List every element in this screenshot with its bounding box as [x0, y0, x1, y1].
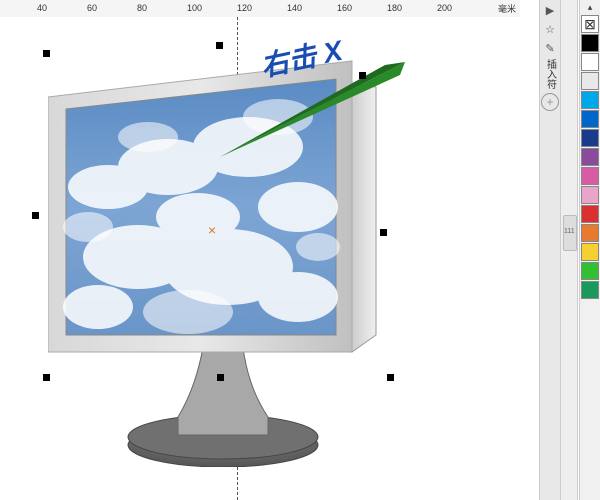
selection-handle[interactable]: [216, 42, 223, 49]
color-swatch[interactable]: [581, 91, 599, 109]
swatch-list: [580, 34, 600, 299]
color-swatch[interactable]: [581, 205, 599, 223]
ruler-tick: 120: [237, 3, 252, 13]
color-swatch[interactable]: [581, 34, 599, 52]
color-palette: ▴ ⊠: [579, 0, 600, 500]
wand-icon[interactable]: ✎: [541, 39, 559, 57]
selection-handle[interactable]: [217, 374, 224, 381]
selection-handle[interactable]: [359, 72, 366, 79]
ruler-tick: 100: [187, 3, 202, 13]
ruler-tick: 160: [337, 3, 352, 13]
canvas[interactable]: × 右击 X: [0, 17, 520, 500]
vertical-scrollbar[interactable]: 111: [560, 0, 578, 500]
star-icon[interactable]: ☆: [541, 20, 559, 38]
selection-handle[interactable]: [387, 374, 394, 381]
arrow-right-icon[interactable]: ▶: [541, 1, 559, 19]
color-swatch[interactable]: [581, 186, 599, 204]
color-swatch[interactable]: [581, 224, 599, 242]
color-swatch[interactable]: [581, 167, 599, 185]
selection-handle[interactable]: [380, 229, 387, 236]
selection-center-marker: ×: [208, 225, 218, 235]
color-swatch[interactable]: [581, 129, 599, 147]
ruler-tick: 140: [287, 3, 302, 13]
monitor-svg: [48, 47, 388, 467]
scroll-marker: 111: [564, 228, 575, 235]
ruler-tick: 60: [87, 3, 97, 13]
color-swatch[interactable]: [581, 53, 599, 71]
selection-handle[interactable]: [43, 50, 50, 57]
color-swatch[interactable]: [581, 281, 599, 299]
ruler-tick: 80: [137, 3, 147, 13]
palette-up-icon[interactable]: ▴: [580, 0, 600, 14]
color-swatch[interactable]: [581, 110, 599, 128]
color-swatch[interactable]: [581, 148, 599, 166]
color-swatch[interactable]: [581, 262, 599, 280]
color-swatch[interactable]: [581, 72, 599, 90]
selection-handle[interactable]: [32, 212, 39, 219]
ruler-tick: 200: [437, 3, 452, 13]
ruler-tick: 40: [37, 3, 47, 13]
horizontal-ruler[interactable]: 毫米 40 60 80 100 120 140 160 180 200: [0, 0, 520, 18]
selection-handle[interactable]: [43, 374, 50, 381]
side-toolbar: ▶ ☆ ✎ 插入符 +: [539, 0, 560, 500]
ruler-tick: 180: [387, 3, 402, 13]
ruler-unit-label: 毫米: [498, 2, 516, 15]
no-fill-swatch[interactable]: ⊠: [581, 15, 599, 33]
side-panel-label: 插入符: [543, 59, 558, 89]
add-button[interactable]: +: [541, 93, 559, 111]
color-swatch[interactable]: [581, 243, 599, 261]
monitor-object[interactable]: [48, 47, 388, 467]
